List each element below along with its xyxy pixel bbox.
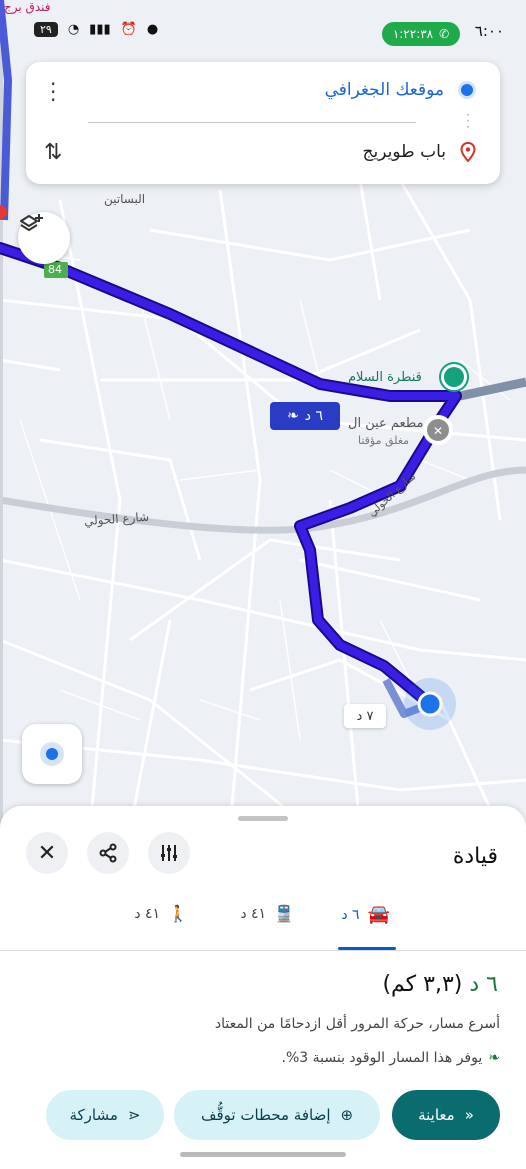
tune-icon	[161, 845, 177, 861]
double-chevron-icon: «	[464, 1106, 474, 1124]
road-number-label: 84	[48, 263, 62, 276]
destination-pin-icon	[460, 142, 476, 162]
close-button[interactable]: ✕	[26, 832, 68, 874]
layers-button[interactable]	[18, 212, 70, 264]
area-label: البساتين	[104, 192, 146, 206]
layers-icon	[20, 214, 43, 231]
eco-note: ❧ يوفر هذا المسار الوقود بنسبة 3%.	[281, 1050, 501, 1066]
close-icon: ✕	[37, 840, 57, 866]
share-button[interactable]: ⋖ مشاركة	[46, 1090, 164, 1140]
directions-search-card: موقعك الجغرافي · · · باب طويريج · · · ⇅	[26, 62, 500, 184]
origin-dot-icon	[458, 81, 476, 99]
share-icon: ⋖	[127, 1106, 141, 1124]
directions-sheet: قيادة ✕ 🚘 ٦ د 🚆 ٤١ د 🚶 ٤١ د ٦ د (٣,٣ كم)…	[0, 806, 526, 1169]
wifi-icon: ◔	[67, 22, 80, 37]
alt-route-duration-badge[interactable]: ٧ د	[344, 704, 386, 728]
location-dot-icon	[40, 742, 64, 766]
phone-icon: ✆	[439, 27, 450, 41]
signal-icon: ▮▮▮	[89, 22, 111, 37]
route-distance: (٣,٣ كم)	[382, 972, 463, 997]
route-duration-badge[interactable]: ٦ د ❧	[270, 402, 340, 430]
clock: ٦:٠٠	[474, 22, 504, 40]
share-icon	[99, 843, 117, 863]
status-bar: ٢٩ ◔ ▮▮▮ ⏰ ● ١:٢٢:٣٨ ✆ ٦:٠٠	[0, 0, 526, 52]
status-icons: ٢٩ ◔ ▮▮▮ ⏰ ●	[34, 22, 158, 37]
sheet-drag-handle[interactable]	[238, 816, 288, 821]
route-description: أسرع مسار، حركة المرور أقل ازدحامًا من ا…	[214, 1016, 500, 1032]
poi-label[interactable]: قنطرة السلام	[348, 370, 422, 385]
walk-icon: 🚶	[168, 904, 188, 923]
svg-text:✕: ✕	[433, 424, 443, 438]
tab-walking[interactable]: 🚶 ٤١ د	[134, 904, 188, 923]
restaurant-label[interactable]: مطعم عين ال	[348, 416, 423, 431]
system-nav-handle[interactable]	[180, 1152, 346, 1157]
swap-directions-icon[interactable]: ⇅	[44, 140, 62, 165]
add-stops-button[interactable]: ⊕ إضافة محطات توقُّف	[174, 1090, 380, 1140]
sheet-title: قيادة	[452, 844, 498, 869]
travel-mode-tabs: 🚘 ٦ د 🚆 ٤١ د 🚶 ٤١ د	[0, 894, 526, 951]
call-timer-pill[interactable]: ١:٢٢:٣٨ ✆	[382, 22, 460, 46]
my-location-button[interactable]	[22, 724, 82, 784]
origin-field[interactable]: موقعك الجغرافي	[325, 80, 444, 100]
tab-transit[interactable]: 🚆 ٤١ د	[240, 904, 294, 923]
alarm-icon: ⏰	[120, 22, 137, 37]
add-location-icon: ⊕	[340, 1106, 354, 1124]
share-route-button[interactable]	[87, 832, 129, 874]
train-icon: 🚆	[274, 904, 294, 923]
location-icon: ●	[146, 22, 159, 37]
route-connector-icon: · · ·	[466, 108, 470, 134]
route-summary: ٦ د (٣,٣ كم)	[382, 972, 498, 997]
leaf-icon: ❧	[488, 1050, 500, 1066]
divider	[88, 122, 416, 123]
origin-row[interactable]: موقعك الجغرافي	[325, 80, 476, 100]
leaf-icon: ❧	[287, 408, 299, 424]
battery-indicator: ٢٩	[34, 22, 58, 37]
preview-button[interactable]: « معاينة	[392, 1090, 500, 1140]
active-tab-indicator	[338, 947, 396, 950]
car-icon: 🚘	[367, 904, 390, 925]
destination-row[interactable]: باب طويريج	[363, 142, 476, 162]
restaurant-status: مغلق مؤقتا	[358, 434, 410, 447]
more-options-icon[interactable]: · · ·	[50, 74, 56, 110]
tab-driving[interactable]: 🚘 ٦ د	[341, 904, 390, 925]
route-duration: ٦ د	[469, 972, 498, 997]
destination-field[interactable]: باب طويريج	[363, 142, 446, 162]
route-options-button[interactable]	[148, 832, 190, 874]
